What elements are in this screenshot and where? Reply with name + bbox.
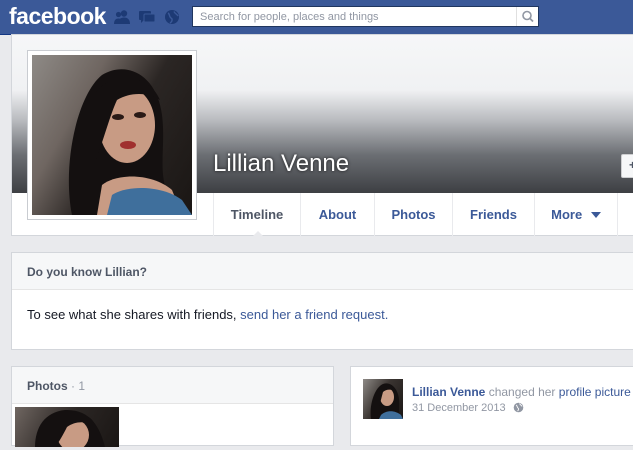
profile-picture[interactable]	[27, 50, 197, 220]
tab-more-label: More	[551, 207, 583, 222]
tab-timeline[interactable]: Timeline	[213, 193, 300, 236]
friend-request-card-header: Do you know Lillian?	[12, 253, 633, 290]
notifications-globe-icon[interactable]	[163, 9, 181, 25]
add-friend-button[interactable]: +	[621, 154, 633, 178]
story-date[interactable]: 31 December 2013	[412, 402, 506, 414]
tab-more[interactable]: More	[534, 193, 617, 236]
photos-card: Photos · 1	[11, 366, 334, 450]
tab-about[interactable]: About	[300, 193, 374, 236]
search-input[interactable]	[193, 7, 515, 26]
story-author-avatar[interactable]	[363, 379, 403, 419]
profile-name[interactable]: Lillian Venne	[213, 150, 349, 178]
caret-down-icon	[590, 212, 601, 218]
plus-icon: +	[629, 158, 633, 172]
photos-title-label: Photos	[27, 379, 68, 393]
story-object-link[interactable]: profile picture	[559, 385, 631, 399]
profile-header-card: Lillian Venne + Timeline About Photos Fr…	[11, 34, 633, 237]
active-tab-indicator	[252, 231, 264, 237]
tab-friends-label: Friends	[470, 207, 517, 222]
tab-friends[interactable]: Friends	[452, 193, 534, 236]
facebook-logo[interactable]: facebook	[9, 3, 106, 30]
photos-title[interactable]: Photos · 1	[27, 379, 85, 393]
photos-count: · 1	[71, 379, 86, 393]
friend-request-body: To see what she shares with friends, sen…	[27, 307, 388, 322]
friend-request-card: Do you know Lillian? To see what she sha…	[11, 252, 633, 350]
profile-tabs: Timeline About Photos Friends More	[213, 193, 633, 237]
story-author-link[interactable]: Lillian Venne	[412, 385, 485, 399]
send-friend-request-link[interactable]: send her a friend request.	[240, 307, 388, 322]
story-headline: Lillian Venne changed her profile pictur…	[412, 385, 631, 399]
search-box	[192, 6, 539, 27]
top-bar: facebook	[0, 0, 633, 35]
tab-photos-label: Photos	[391, 207, 436, 222]
story-action-text: changed her	[488, 385, 556, 399]
friend-requests-icon[interactable]	[113, 9, 131, 25]
photo-thumbnail[interactable]	[15, 407, 119, 450]
tab-about-label: About	[318, 207, 357, 222]
friend-request-title: Do you know Lillian?	[27, 265, 147, 279]
tab-timeline-label: Timeline	[230, 207, 284, 222]
globe-icon[interactable]	[513, 402, 524, 413]
story-meta: 31 December 2013	[412, 402, 524, 414]
messages-icon[interactable]	[138, 9, 156, 25]
photos-card-header: Photos · 1	[12, 367, 333, 404]
tab-photos[interactable]: Photos	[374, 193, 452, 236]
profile-photo-image	[32, 55, 192, 215]
search-icon	[522, 10, 534, 23]
timeline-story-card: Lillian Venne changed her profile pictur…	[350, 366, 633, 446]
friend-request-text: To see what she shares with friends,	[27, 307, 241, 322]
tab-divider	[617, 193, 633, 236]
search-button[interactable]	[516, 7, 538, 26]
